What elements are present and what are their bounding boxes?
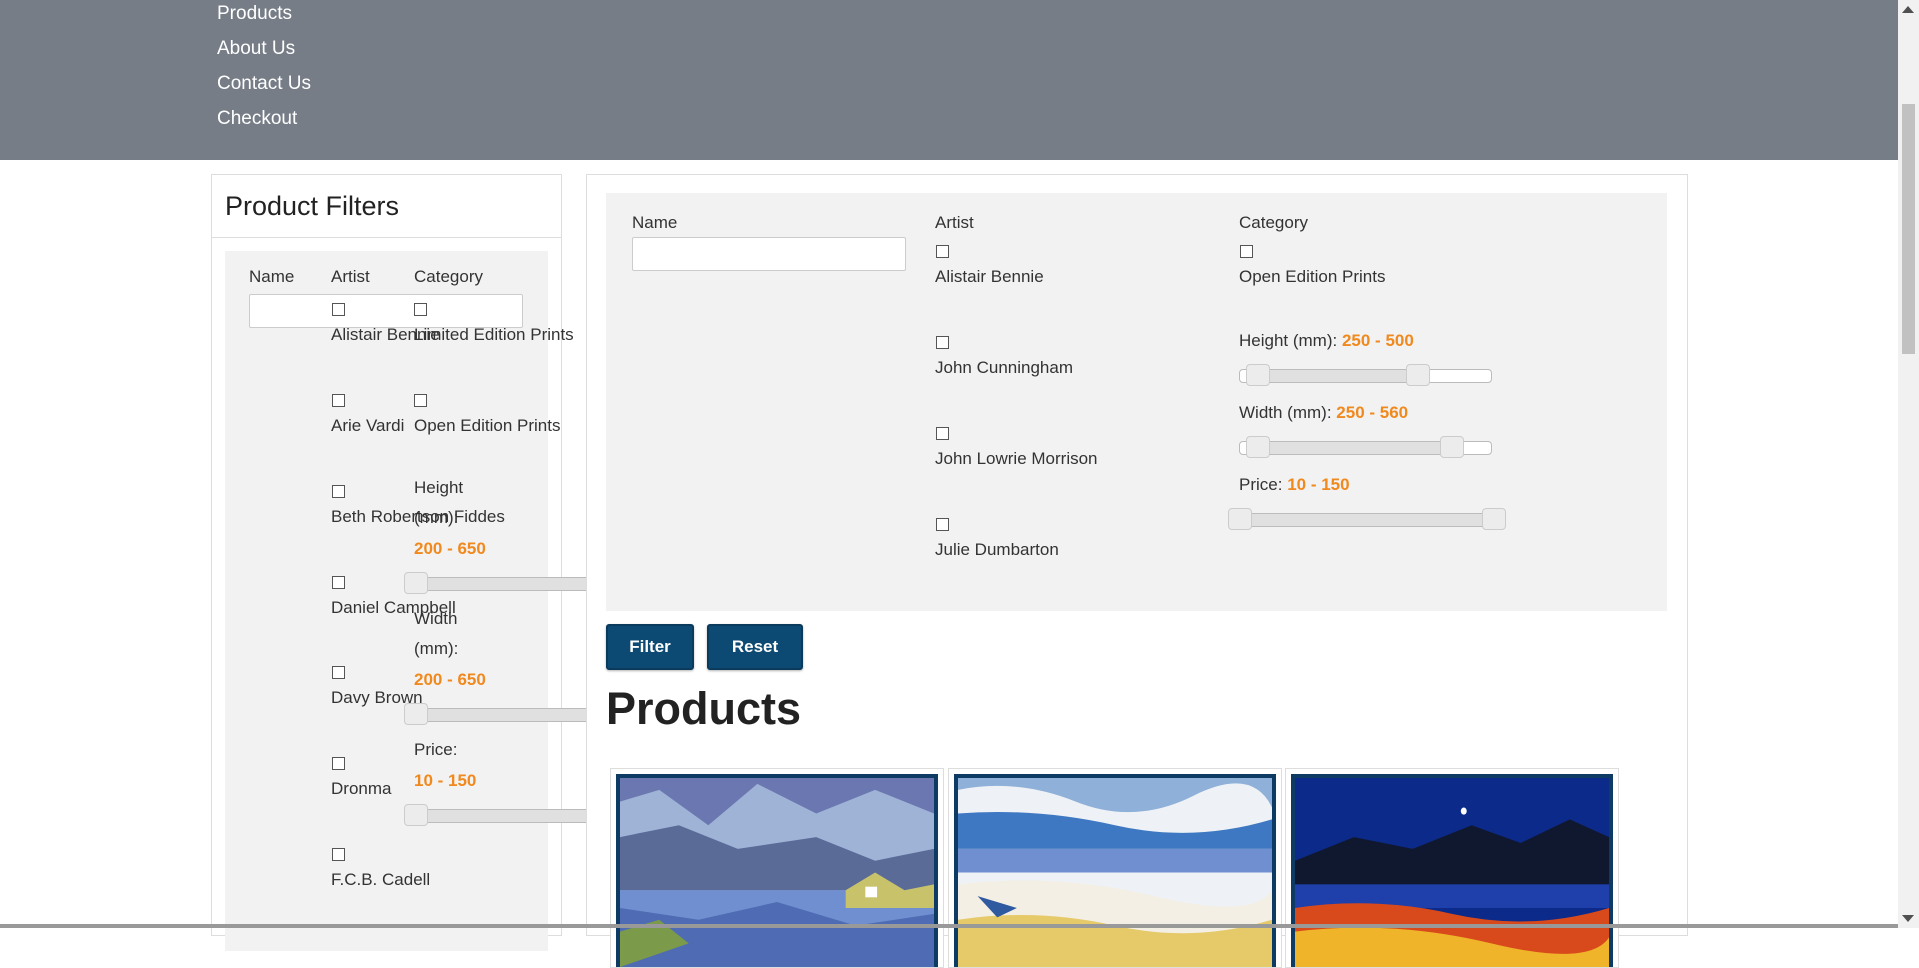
nav-products[interactable]: Products [217, 3, 292, 25]
sidebar-name-input[interactable] [249, 294, 523, 328]
sidebar-artist-label-item: F.C.B. Cadell [331, 870, 431, 889]
sidebar-artist-checkbox[interactable] [332, 576, 345, 589]
scroll-up-arrow-icon[interactable] [1902, 6, 1914, 13]
product-image[interactable] [954, 774, 1276, 967]
nav-contact-us[interactable]: Contact Us [217, 73, 311, 95]
nav-checkout[interactable]: Checkout [217, 108, 297, 130]
product-filters-panel: Product Filters Name Artist Category Ali… [211, 174, 687, 951]
price-filter-label: Price: 10 - 150 [1239, 475, 1350, 495]
slider-min-handle[interactable] [404, 804, 428, 826]
sidebar-category-checkbox[interactable] [414, 394, 427, 407]
reset-button[interactable]: Reset [707, 624, 803, 670]
slider-max-handle[interactable] [1406, 364, 1430, 386]
slider-min-handle[interactable] [404, 572, 428, 594]
height-filter-label: Height (mm): 250 - 500 [1239, 331, 1414, 351]
sidebar-artist-checkbox[interactable] [332, 666, 345, 679]
sidebar-title: Product Filters [225, 191, 400, 221]
slider-min-handle[interactable] [1246, 436, 1270, 458]
artist-checkbox[interactable] [936, 245, 949, 258]
sidebar-artist-checkbox[interactable] [332, 303, 345, 316]
slider-min-handle[interactable] [1246, 364, 1270, 386]
price-slider[interactable] [1228, 508, 1506, 530]
sidebar-category-label-item: Limited Edition Prints [414, 325, 574, 344]
main-content: Name Artist Alistair Bennie John Cunning… [586, 174, 1688, 968]
sidebar-height-range: 200 - 650 [414, 539, 486, 558]
artist-label: Artist [935, 213, 974, 232]
sidebar-price-label: Price: [414, 740, 458, 759]
slider-min-handle[interactable] [1228, 508, 1252, 530]
sidebar-width-range: 200 - 650 [414, 670, 486, 689]
top-navbar: Products About Us Contact Us Checkout [0, 0, 1898, 160]
product-image[interactable] [616, 774, 938, 967]
artist-checkbox[interactable] [936, 518, 949, 531]
sidebar-name-label: Name [249, 267, 295, 286]
product-image[interactable] [1291, 774, 1613, 967]
category-option-label: Open Edition Prints [1239, 267, 1386, 286]
name-label: Name [632, 213, 678, 232]
sidebar-height-unit: (mm): [414, 508, 459, 527]
height-range-value: 250 - 500 [1341, 331, 1414, 350]
nav-about-us[interactable]: About Us [217, 38, 295, 60]
product-card[interactable] [1285, 768, 1619, 968]
sidebar-artist-label-item: Dronma [331, 779, 392, 798]
sidebar-height-label: Height [414, 478, 464, 497]
height-label-text: Height (mm): [1239, 331, 1342, 350]
sidebar-artist-checkbox[interactable] [332, 848, 345, 861]
artist-checkbox[interactable] [936, 336, 949, 349]
slider-min-handle[interactable] [404, 703, 428, 725]
vertical-scrollbar[interactable] [1898, 0, 1919, 928]
filter-button[interactable]: Filter [606, 624, 694, 670]
bottom-edge [0, 924, 1898, 928]
price-label-text: Price: [1239, 475, 1288, 494]
category-checkbox[interactable] [1240, 245, 1253, 258]
price-range-value: 10 - 150 [1287, 475, 1350, 494]
sidebar-category-label-item: Open Edition Prints [414, 416, 561, 435]
sidebar-category-checkbox[interactable] [414, 303, 427, 316]
artist-option-label: Julie Dumbarton [935, 540, 1059, 559]
product-card[interactable] [610, 768, 944, 968]
sidebar-category-label: Category [414, 267, 483, 286]
sidebar-artist-label: Artist [331, 267, 370, 286]
sidebar-artist-label-item: Arie Vardi [331, 416, 405, 435]
sidebar-artist-checkbox[interactable] [332, 757, 345, 770]
width-filter-label: Width (mm): 250 - 560 [1239, 403, 1408, 423]
width-label-text: Width (mm): [1239, 403, 1337, 422]
slider-max-handle[interactable] [1440, 436, 1464, 458]
artist-option-label: John Lowrie Morrison [935, 449, 1098, 468]
sidebar-artist-checkbox[interactable] [332, 485, 345, 498]
category-label: Category [1239, 213, 1308, 232]
filter-box: Name Artist Alistair Bennie John Cunning… [606, 193, 1667, 611]
slider-max-handle[interactable] [1482, 508, 1506, 530]
sidebar-width-label: Width [414, 609, 458, 628]
width-slider[interactable] [1239, 436, 1492, 458]
artist-option-label: John Cunningham [935, 358, 1073, 377]
sidebar-artist-checkbox[interactable] [332, 394, 345, 407]
width-range-value: 250 - 560 [1336, 403, 1409, 422]
name-input[interactable] [632, 237, 906, 271]
product-card[interactable] [948, 768, 1282, 968]
scroll-down-arrow-icon[interactable] [1902, 915, 1914, 922]
sidebar-price-range: 10 - 150 [414, 771, 477, 790]
products-heading: Products [606, 683, 802, 734]
divider [212, 237, 561, 238]
artist-checkbox[interactable] [936, 427, 949, 440]
height-slider[interactable] [1239, 364, 1492, 386]
sidebar-width-unit: (mm): [414, 639, 459, 658]
scrollbar-thumb[interactable] [1902, 104, 1915, 354]
artist-option-label: Alistair Bennie [935, 267, 1044, 286]
